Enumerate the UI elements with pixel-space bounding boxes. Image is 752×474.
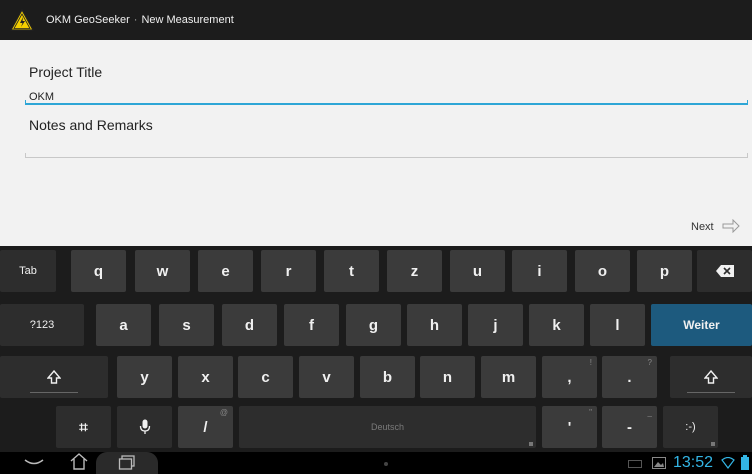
keyboard-status-icon bbox=[628, 460, 642, 468]
key-t[interactable]: t bbox=[324, 250, 379, 292]
key-smiley-label: :-) bbox=[685, 421, 696, 433]
key-hash[interactable]: ⌗ bbox=[56, 406, 111, 448]
key-p[interactable]: p bbox=[637, 250, 692, 292]
key-n[interactable]: n bbox=[420, 356, 475, 398]
project-title-input[interactable]: OKM bbox=[29, 91, 54, 103]
key-voice[interactable] bbox=[117, 406, 172, 448]
key-tab[interactable]: Tab bbox=[0, 250, 56, 292]
key-y[interactable]: y bbox=[117, 356, 172, 398]
system-bar: 13:52 bbox=[0, 452, 752, 474]
app-name: OKM GeoSeeker bbox=[46, 14, 130, 26]
app-title: OKM GeoSeeker · New Measurement bbox=[46, 14, 234, 26]
clock: 13:52 bbox=[673, 454, 714, 471]
recent-apps-button[interactable] bbox=[96, 452, 158, 474]
key-space[interactable]: Deutsch bbox=[239, 406, 536, 448]
home-icon[interactable] bbox=[69, 452, 89, 470]
key-k[interactable]: k bbox=[529, 304, 584, 346]
key-m[interactable]: m bbox=[481, 356, 536, 398]
title-separator: · bbox=[133, 14, 138, 26]
key-e[interactable]: e bbox=[198, 250, 253, 292]
backspace-icon bbox=[715, 265, 734, 277]
key-i[interactable]: i bbox=[512, 250, 567, 292]
gallery-status-icon bbox=[652, 457, 666, 469]
key-backspace[interactable] bbox=[697, 250, 752, 292]
key-f[interactable]: f bbox=[284, 304, 339, 346]
key-l[interactable]: l bbox=[590, 304, 645, 346]
key-slash[interactable]: / @ bbox=[178, 406, 233, 448]
key-g[interactable]: g bbox=[346, 304, 401, 346]
key-apostrophe[interactable]: ' " bbox=[542, 406, 597, 448]
recent-apps-icon bbox=[118, 455, 135, 470]
key-apostrophe-label: ' bbox=[567, 418, 572, 436]
key-dash-hint: _ bbox=[647, 408, 652, 417]
warning-logo-icon[interactable] bbox=[10, 8, 34, 32]
notes-input[interactable] bbox=[29, 142, 749, 156]
notes-label: Notes and Remarks bbox=[29, 117, 153, 133]
key-period-hint: ? bbox=[647, 358, 652, 367]
shift-icon bbox=[704, 370, 718, 384]
key-comma-hint: ! bbox=[589, 358, 592, 367]
key-comma-label: , bbox=[567, 368, 572, 386]
key-dash[interactable]: - _ bbox=[602, 406, 657, 448]
project-title-underline bbox=[25, 100, 748, 105]
battery-icon bbox=[741, 455, 749, 470]
key-symbols[interactable]: ?123 bbox=[0, 304, 84, 346]
back-icon[interactable] bbox=[24, 458, 44, 468]
soft-keyboard: Tab q w e r t z u i o p ?123 a s d f g h… bbox=[0, 246, 752, 452]
next-button-label[interactable]: Next bbox=[691, 221, 714, 233]
next-arrow-icon[interactable] bbox=[722, 219, 740, 233]
key-period[interactable]: . ? bbox=[602, 356, 657, 398]
key-r[interactable]: r bbox=[261, 250, 316, 292]
notes-underline bbox=[25, 153, 748, 158]
key-shift-left[interactable] bbox=[0, 356, 108, 398]
key-hash-label: ⌗ bbox=[79, 418, 88, 436]
key-comma[interactable]: , ! bbox=[542, 356, 597, 398]
action-bar: OKM GeoSeeker · New Measurement bbox=[0, 0, 752, 40]
key-slash-hint: @ bbox=[219, 408, 228, 417]
key-x[interactable]: x bbox=[178, 356, 233, 398]
key-j[interactable]: j bbox=[468, 304, 523, 346]
key-space-label: Deutsch bbox=[370, 422, 405, 432]
project-title-label: Project Title bbox=[29, 64, 103, 80]
key-slash-label: / bbox=[203, 418, 208, 436]
key-h[interactable]: h bbox=[407, 304, 462, 346]
key-z[interactable]: z bbox=[387, 250, 442, 292]
microphone-icon bbox=[139, 419, 150, 434]
key-a[interactable]: a bbox=[96, 304, 151, 346]
key-dash-label: - bbox=[627, 418, 632, 436]
shift-icon bbox=[47, 370, 61, 384]
key-s[interactable]: s bbox=[159, 304, 214, 346]
key-w[interactable]: w bbox=[135, 250, 190, 292]
key-period-label: . bbox=[627, 368, 632, 386]
key-shift-right[interactable] bbox=[670, 356, 752, 398]
form-content: Project Title OKM Notes and Remarks Next bbox=[0, 40, 752, 246]
wifi-icon bbox=[721, 457, 735, 469]
key-d[interactable]: d bbox=[222, 304, 277, 346]
key-b[interactable]: b bbox=[360, 356, 415, 398]
key-smiley[interactable]: :-) bbox=[663, 406, 718, 448]
key-apostrophe-hint: " bbox=[589, 408, 592, 417]
page-indicator-dot bbox=[384, 462, 388, 466]
screen-title: New Measurement bbox=[141, 14, 234, 26]
key-q[interactable]: q bbox=[71, 250, 126, 292]
key-c[interactable]: c bbox=[238, 356, 293, 398]
key-v[interactable]: v bbox=[299, 356, 354, 398]
key-u[interactable]: u bbox=[450, 250, 505, 292]
key-o[interactable]: o bbox=[575, 250, 630, 292]
key-weiter[interactable]: Weiter bbox=[651, 304, 752, 346]
